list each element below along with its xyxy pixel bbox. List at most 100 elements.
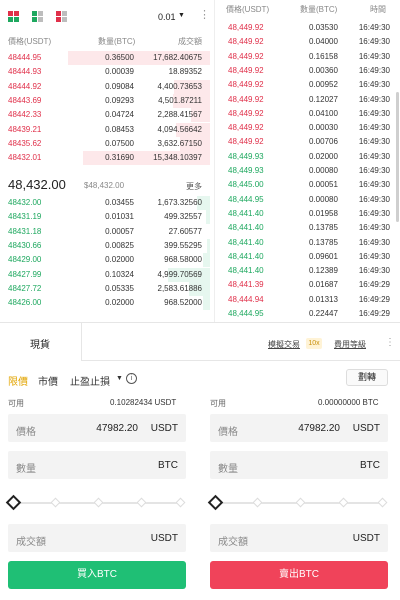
trade-price: 48,449.92 bbox=[228, 80, 264, 90]
trade-row: 48,441.40 0.13785 16:49:30 bbox=[220, 236, 392, 250]
trade-price: 48,449.92 bbox=[228, 23, 264, 32]
order-type-market[interactable]: 市價 bbox=[38, 373, 58, 388]
slider-tick[interactable] bbox=[136, 497, 147, 508]
row-qty: 0.08453 bbox=[105, 124, 134, 134]
bid-row[interactable]: 48429.00 0.02000 968.58000 bbox=[0, 253, 210, 268]
sell-button[interactable]: 賣出BTC bbox=[210, 561, 388, 589]
transfer-button[interactable]: 劃轉 bbox=[346, 369, 388, 386]
trade-row: 48,449.93 0.02000 16:49:30 bbox=[220, 150, 392, 164]
sell-price-unit: USDT bbox=[352, 423, 380, 434]
ask-row[interactable]: 48442.33 0.04724 2,288.41567 bbox=[0, 108, 210, 123]
caret-down-icon[interactable]: ▼ bbox=[178, 12, 185, 19]
bid-row[interactable]: 48432.00 0.03455 1,673.32560 bbox=[0, 196, 210, 210]
row-price: 48432.01 bbox=[8, 153, 42, 163]
orderbook-header-qty: 數量(BTC) bbox=[98, 37, 136, 46]
bid-row[interactable]: 48427.99 0.10324 4,999.70569 bbox=[0, 267, 210, 282]
trade-row: 48,449.92 0.00952 16:49:30 bbox=[220, 78, 392, 92]
info-icon[interactable]: i bbox=[126, 373, 137, 384]
trade-row: 48,449.93 0.00080 16:49:30 bbox=[220, 164, 392, 178]
row-qty: 0.09084 bbox=[105, 81, 134, 91]
tab-spot[interactable]: 現貨 bbox=[30, 336, 50, 351]
bid-row[interactable]: 48431.19 0.01031 499.32557 bbox=[0, 210, 210, 225]
trade-price: 48,444.95 bbox=[228, 194, 264, 204]
buy-total-label: 成交額 bbox=[16, 537, 46, 548]
sell-total-field[interactable]: 成交額 USDT bbox=[210, 524, 388, 552]
bid-row[interactable]: 48431.18 0.00057 27.60577 bbox=[0, 225, 210, 239]
slider-tick[interactable] bbox=[377, 497, 388, 508]
mock-trading-link[interactable]: 模擬交易 bbox=[268, 339, 300, 350]
more-icon[interactable]: ⋮ bbox=[199, 10, 210, 21]
row-price: 48444.93 bbox=[8, 67, 42, 77]
ask-row[interactable]: 48444.93 0.00039 18.89352 bbox=[0, 65, 210, 79]
ask-row[interactable]: 48439.21 0.08453 4,094.56642 bbox=[0, 122, 210, 137]
more-link[interactable]: 更多 bbox=[186, 181, 202, 192]
slider-knob[interactable] bbox=[207, 494, 224, 511]
slider-tick[interactable] bbox=[338, 497, 349, 508]
fee-level-link[interactable]: 費用等級 bbox=[334, 339, 366, 350]
trade-price: 48,445.00 bbox=[228, 180, 264, 190]
row-price: 48439.21 bbox=[8, 124, 42, 134]
trade-time: 16:49:30 bbox=[358, 137, 390, 147]
row-price: 48427.72 bbox=[8, 283, 42, 293]
buy-button[interactable]: 買入BTC bbox=[8, 561, 186, 589]
bid-row[interactable]: 48430.66 0.00825 399.55295 bbox=[0, 238, 210, 253]
slider-tick[interactable] bbox=[175, 497, 186, 508]
trade-price: 48,441.40 bbox=[228, 237, 264, 247]
ask-row[interactable]: 48444.95 0.36500 17,682.40675 bbox=[0, 51, 210, 65]
sell-available-label: 可用 bbox=[210, 399, 226, 408]
trade-time: 16:49:30 bbox=[358, 208, 390, 218]
bid-row[interactable]: 48427.72 0.05335 2,583.61886 bbox=[0, 281, 210, 296]
trade-time: 16:49:30 bbox=[358, 194, 390, 204]
sell-price-field[interactable]: 價格 47982.20 USDT bbox=[210, 414, 388, 442]
ask-row[interactable]: 48443.69 0.09293 4,501.87211 bbox=[0, 93, 210, 108]
sell-percent-slider[interactable] bbox=[207, 494, 388, 511]
slider-tick[interactable] bbox=[50, 497, 61, 508]
ask-row[interactable]: 48444.92 0.09084 4,400.73653 bbox=[0, 79, 210, 94]
order-type-stop-limit[interactable]: 止盈止損 bbox=[70, 373, 110, 388]
buy-price-unit: USDT bbox=[150, 423, 178, 434]
trade-time: 16:49:30 bbox=[358, 80, 390, 90]
more-icon[interactable]: ⋮ bbox=[385, 337, 395, 348]
trade-qty: 0.01313 bbox=[309, 294, 338, 304]
trade-row: 48,449.92 0.00706 16:49:30 bbox=[220, 135, 392, 149]
trade-time: 16:49:29 bbox=[358, 280, 390, 290]
buy-qty-label: 數量 bbox=[16, 464, 36, 475]
buy-percent-slider[interactable] bbox=[5, 494, 186, 511]
leverage-badge[interactable]: 10x bbox=[306, 338, 322, 349]
trade-qty: 0.22447 bbox=[309, 309, 338, 318]
slider-tick[interactable] bbox=[93, 497, 104, 508]
slider-tick[interactable] bbox=[252, 497, 263, 508]
sell-qty-field[interactable]: 數量 BTC bbox=[210, 451, 388, 479]
trade-row: 48,449.92 0.04100 16:49:30 bbox=[220, 107, 392, 121]
ask-row[interactable]: 48432.01 0.31690 15,348.10397 bbox=[0, 151, 210, 166]
slider-tick[interactable] bbox=[295, 497, 306, 508]
bid-row[interactable]: 48426.00 0.02000 968.52000 bbox=[0, 296, 210, 311]
precision-select[interactable]: 0.01 bbox=[158, 12, 176, 22]
asks-book-icon[interactable] bbox=[56, 11, 67, 22]
trade-time: 16:49:30 bbox=[358, 94, 390, 104]
caret-down-icon[interactable]: ▼ bbox=[116, 375, 123, 382]
slider-knob[interactable] bbox=[5, 494, 22, 511]
trade-row: 48,441.40 0.09601 16:49:30 bbox=[220, 250, 392, 264]
buy-price-value[interactable]: 47982.20 bbox=[96, 423, 138, 434]
order-type-limit[interactable]: 限價 bbox=[8, 373, 28, 388]
buy-qty-field[interactable]: 數量 BTC bbox=[8, 451, 186, 479]
row-price: 48430.66 bbox=[8, 240, 42, 250]
trade-history-scrollbar[interactable] bbox=[396, 92, 399, 222]
trade-qty: 0.09601 bbox=[309, 251, 338, 261]
trade-time: 16:49:30 bbox=[358, 65, 390, 75]
trade-qty: 0.00952 bbox=[309, 80, 338, 90]
bids-book-icon[interactable] bbox=[32, 11, 43, 22]
sell-price-value[interactable]: 47982.20 bbox=[298, 423, 340, 434]
trade-price: 48,449.92 bbox=[228, 137, 264, 147]
trade-time: 16:49:30 bbox=[358, 237, 390, 247]
trade-row: 48,444.95 0.22447 16:49:29 bbox=[220, 307, 392, 321]
buy-total-field[interactable]: 成交額 USDT bbox=[8, 524, 186, 552]
trade-price: 48,444.95 bbox=[228, 309, 264, 318]
buy-price-field[interactable]: 價格 47982.20 USDT bbox=[8, 414, 186, 442]
row-total: 17,682.40675 bbox=[153, 53, 202, 62]
both-book-icon[interactable] bbox=[8, 11, 19, 22]
ask-row[interactable]: 48435.62 0.07500 3,632.67150 bbox=[0, 136, 210, 151]
trade-qty: 0.01958 bbox=[309, 208, 338, 218]
trade-qty: 0.00706 bbox=[309, 137, 338, 147]
